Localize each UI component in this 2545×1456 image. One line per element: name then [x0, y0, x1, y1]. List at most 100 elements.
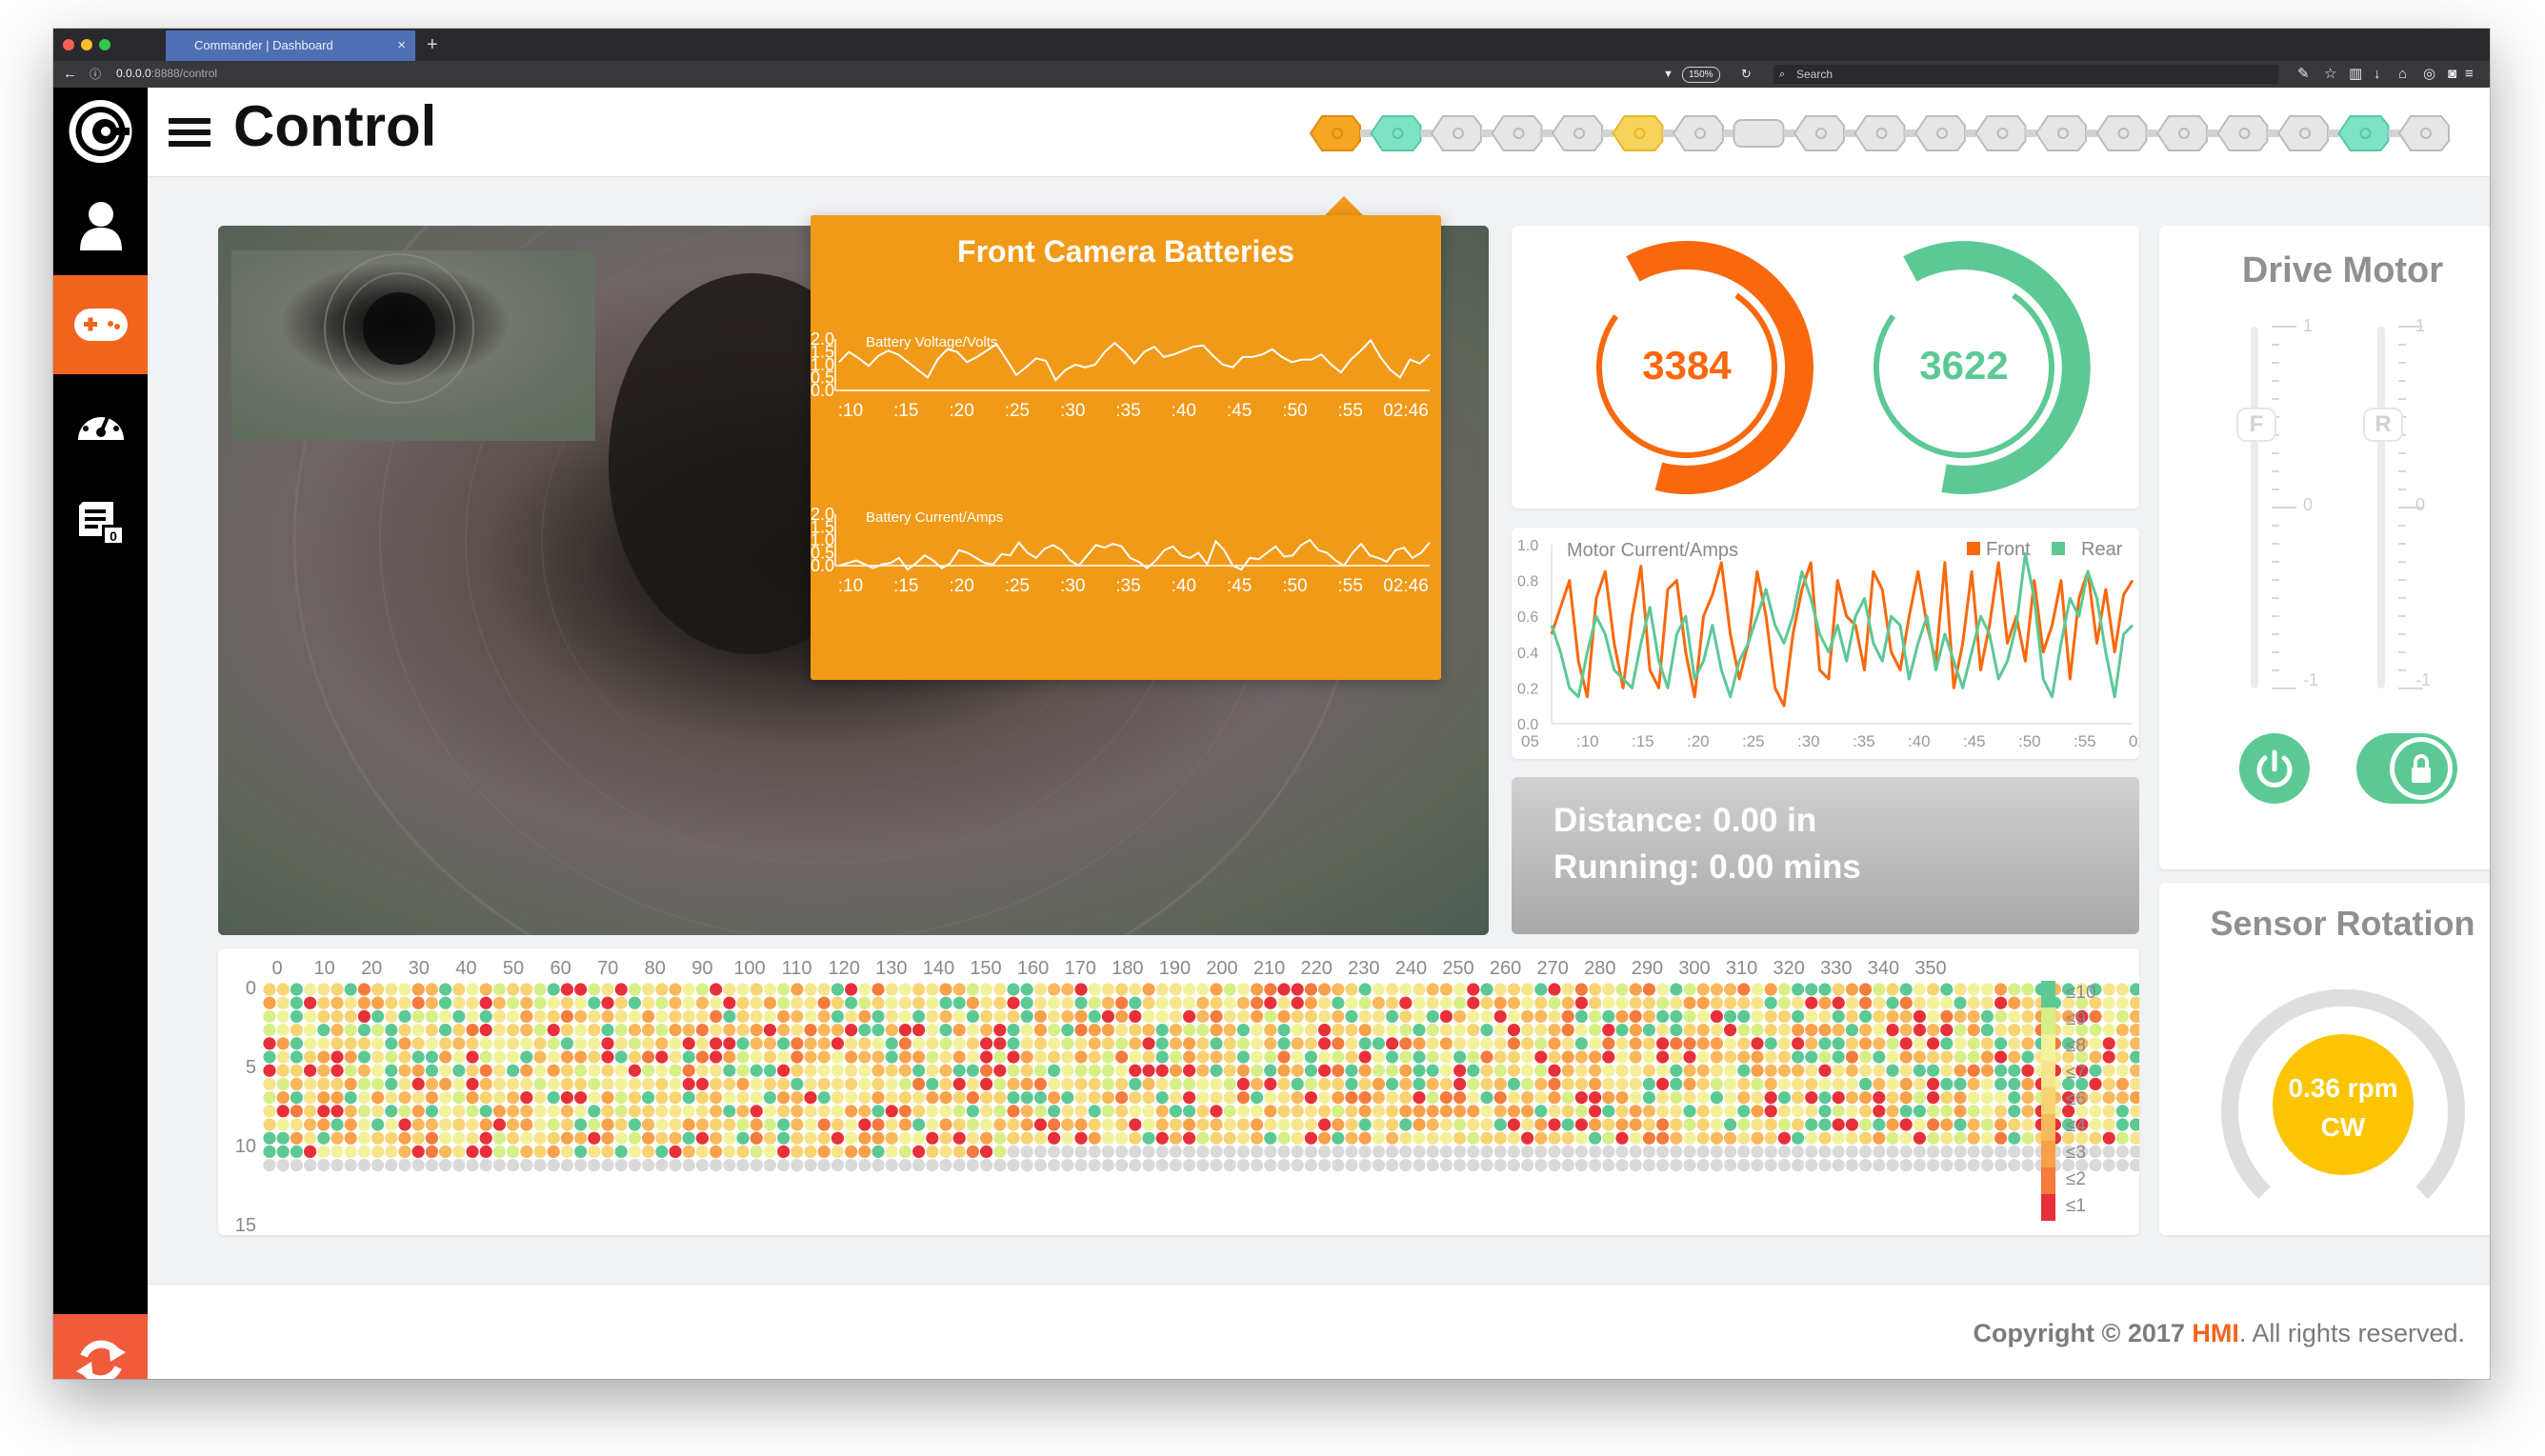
zoom-indicator[interactable]: 150% [1682, 67, 1720, 83]
sidebar-item-control[interactable] [53, 275, 148, 374]
robot-module-18[interactable] [2397, 115, 2450, 151]
bookmark-star-icon[interactable]: ☆ [2324, 65, 2336, 84]
footer-brand[interactable]: HMI [2192, 1319, 2239, 1347]
robot-module-body [2095, 115, 2148, 151]
browser-tab-bar: Commander | Dashboard × + [53, 29, 2490, 61]
info-icon[interactable]: ⓘ [90, 65, 101, 84]
heatmap-cell [1304, 1077, 1317, 1090]
heatmap-cell [533, 1159, 547, 1172]
robot-module-1[interactable] [1370, 115, 1433, 151]
close-tab-icon[interactable]: × [397, 30, 406, 61]
library-icon[interactable]: ▥ [2349, 65, 2362, 84]
heatmap-cell [276, 1077, 290, 1090]
wrench-icon[interactable]: ✎ [2297, 65, 2310, 84]
robot-module-16[interactable] [2276, 115, 2339, 151]
robot-module-6[interactable] [1672, 115, 1734, 151]
heatmap-cell [452, 1105, 466, 1118]
heatmap-cell [588, 1077, 601, 1090]
heatmap-cell [1724, 1050, 1737, 1064]
robot-module-0[interactable] [1309, 115, 1372, 151]
robot-module-7[interactable] [1733, 119, 1795, 148]
heatmap-cell [804, 1145, 817, 1158]
robot-module-13[interactable] [2095, 115, 2158, 151]
maximize-window-icon[interactable] [99, 39, 110, 50]
reload-icon[interactable]: ↻ [1741, 65, 1752, 84]
robot-module-body [1491, 115, 1543, 151]
sidebar-item-dashboard[interactable] [53, 374, 148, 473]
robot-module-body [1854, 115, 1906, 151]
back-icon[interactable]: ← [63, 65, 77, 84]
heatmap-cell [2115, 1118, 2129, 1131]
heatmap-cell [1927, 1145, 1940, 1158]
sync-icon[interactable]: ◎ [2423, 65, 2435, 84]
heatmap-cell [750, 1091, 763, 1105]
heatmap-cell [2102, 1159, 2115, 1172]
robot-module-14[interactable] [2155, 115, 2218, 151]
close-window-icon[interactable] [63, 39, 74, 50]
robot-module-10[interactable] [1914, 115, 1976, 151]
brand-logo[interactable] [53, 88, 148, 176]
heatmap-cell [1453, 1024, 1467, 1037]
menu-icon[interactable]: ≡ [2465, 65, 2474, 84]
search-input[interactable]: Search [1773, 65, 2278, 84]
robot-module-11[interactable] [1974, 115, 2037, 151]
heatmap-cell [993, 1050, 1007, 1064]
heatmap-cell [939, 1077, 952, 1090]
power-button[interactable] [2239, 733, 2310, 804]
heatmap-cell [736, 996, 750, 1009]
heatmap-cell [804, 1105, 817, 1118]
dropdown-icon[interactable]: ▼ [1663, 65, 1673, 84]
robot-module-body [2276, 115, 2329, 151]
heatmap-cell [1480, 1118, 1493, 1131]
heatmap-cell [777, 1024, 791, 1037]
robot-module-4[interactable] [1551, 115, 1613, 151]
heatmap-cell [1115, 1105, 1129, 1118]
heatmap-x-tick: 60 [550, 958, 571, 979]
heatmap-cell [872, 1064, 885, 1077]
robot-module-12[interactable] [2034, 115, 2097, 151]
heatmap-cell [276, 996, 290, 1009]
heatmap-cell [1832, 1145, 1845, 1158]
browser-tab[interactable]: Commander | Dashboard × [166, 30, 415, 61]
heatmap-cell [1724, 996, 1737, 1009]
heatmap-cell [1358, 1077, 1372, 1090]
minimize-window-icon[interactable] [81, 39, 92, 50]
robot-module-2[interactable] [1430, 115, 1493, 151]
sidebar-item-user[interactable] [53, 176, 148, 275]
heatmap-cell [1439, 1105, 1453, 1118]
heatmap-cell [398, 1118, 411, 1131]
sidebar-item-devices[interactable]: 0 [53, 473, 148, 572]
hamburger-menu-icon[interactable] [169, 118, 210, 147]
heatmap-cell [1020, 1050, 1033, 1064]
heatmap-cell [601, 1024, 614, 1037]
home-icon[interactable]: ⌂ [2398, 65, 2407, 84]
pocket-icon[interactable]: ◙ [2448, 65, 2456, 84]
download-icon[interactable]: ↓ [2374, 65, 2381, 84]
url-bar[interactable]: 0.0.0.0:8888/control [116, 67, 217, 80]
heatmap-cell [1033, 1050, 1047, 1064]
robot-module-5[interactable] [1612, 115, 1674, 151]
robot-module-17[interactable] [2337, 115, 2400, 151]
heatmap-cell [1724, 1064, 1737, 1077]
front-slider-handle[interactable]: F [2236, 408, 2276, 442]
heatmap-cell [317, 1131, 331, 1145]
heatmap-cell [1480, 1077, 1493, 1090]
heatmap-cell [1629, 1159, 1642, 1172]
heatmap-cell [628, 1050, 641, 1064]
heatmap-cell [1886, 1077, 1899, 1090]
heatmap-cell [1007, 1145, 1020, 1158]
heatmap-cell [1980, 1009, 1994, 1023]
robot-module-8[interactable] [1793, 115, 1855, 151]
new-tab-button[interactable]: + [427, 30, 438, 59]
heatmap-cell [1048, 1091, 1061, 1105]
heatmap-cell [2130, 1145, 2143, 1158]
robot-module-chain[interactable] [1303, 95, 2484, 171]
heatmap-cell [2008, 1145, 2021, 1158]
robot-module-9[interactable] [1854, 115, 1916, 151]
refresh-button[interactable] [53, 1314, 148, 1379]
rear-slider-handle[interactable]: R [2363, 408, 2403, 442]
heatmap-cell [1480, 1091, 1493, 1105]
robot-module-15[interactable] [2216, 115, 2279, 151]
robot-module-3[interactable] [1491, 115, 1553, 151]
lock-toggle[interactable] [2356, 733, 2457, 804]
